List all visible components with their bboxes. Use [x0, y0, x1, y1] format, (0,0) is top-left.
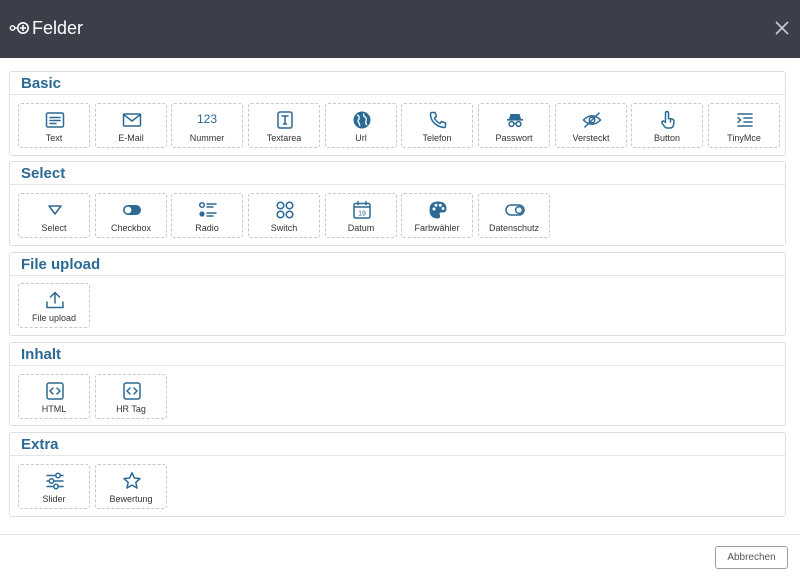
section-title: Basic — [21, 75, 62, 92]
field-label: Url — [355, 133, 367, 143]
field-label: Button — [653, 133, 681, 143]
section-divider — [10, 365, 785, 366]
field-label: Bewertung — [109, 494, 153, 504]
field-label: File upload — [31, 313, 77, 323]
field-farbwaehler[interactable]: Farbwähler — [401, 193, 473, 238]
field-label: Checkbox — [110, 223, 152, 233]
section-divider — [10, 455, 785, 456]
field-label: Text — [45, 133, 63, 143]
field-slider[interactable]: Slider — [18, 464, 90, 509]
section-title: File upload — [21, 256, 101, 273]
section-divider — [10, 94, 785, 95]
cancel-button[interactable]: Abbrechen — [715, 546, 788, 569]
field-label: Textarea — [266, 133, 302, 143]
field-label: TinyMce — [727, 133, 761, 143]
field-label: Passwort — [495, 133, 533, 143]
indent-icon — [737, 113, 753, 127]
field-switch[interactable]: Switch — [248, 193, 320, 238]
field-label: Datum — [347, 223, 375, 233]
globe-icon — [353, 111, 371, 129]
envelope-icon — [122, 113, 142, 127]
calendar-icon: 19 — [353, 200, 371, 219]
field-hr-tag[interactable]: HR Tag — [95, 374, 167, 419]
section-divider — [10, 184, 785, 185]
field-label: Farbwähler — [414, 223, 460, 233]
section-extra: Extra Slider Bewertung — [9, 432, 786, 517]
section-file-upload: File upload File upload — [9, 252, 786, 336]
palette-icon — [429, 201, 447, 219]
section-basic: Basic Text E-Mail 123 Nummer Textarea Ur… — [9, 71, 786, 156]
field-label: Select — [41, 223, 67, 233]
field-label: Versteckt — [572, 133, 610, 143]
phone-icon — [429, 111, 447, 129]
forms-logo-icon — [9, 22, 29, 34]
field-telefon[interactable]: Telefon — [401, 103, 473, 148]
field-datenschutz[interactable]: Datenschutz — [478, 193, 550, 238]
toggle-on-icon — [123, 205, 141, 215]
sliders-icon — [46, 472, 64, 490]
svg-text:19: 19 — [358, 211, 366, 218]
field-label: Switch — [270, 223, 298, 233]
field-datum[interactable]: 19 Datum — [325, 193, 397, 238]
field-label: Datenschutz — [488, 223, 540, 233]
field-label: Nummer — [189, 133, 225, 143]
field-tinymce[interactable]: TinyMce — [708, 103, 780, 148]
field-url[interactable]: Url — [325, 103, 397, 148]
field-checkbox[interactable]: Checkbox — [95, 193, 167, 238]
section-title: Select — [21, 165, 66, 182]
dialog-header: Felder — [0, 0, 800, 58]
field-label: E-Mail — [118, 133, 144, 143]
code-icon — [46, 382, 64, 400]
section-select: Select Select Checkbox Radio Switch 19 D… — [9, 161, 786, 246]
field-radio[interactable]: Radio — [171, 193, 243, 238]
close-icon[interactable] — [773, 19, 791, 37]
field-label: Telefon — [422, 133, 452, 143]
radio-list-icon — [198, 201, 217, 217]
field-select[interactable]: Select — [18, 193, 90, 238]
upload-icon — [46, 291, 64, 309]
footer-divider — [0, 534, 800, 535]
number-123-icon: 123 — [196, 112, 218, 126]
eye-slash-icon — [582, 112, 602, 128]
star-icon — [123, 472, 141, 489]
section-title: Extra — [21, 436, 59, 453]
triangle-down-icon — [48, 205, 62, 215]
dialog-title: Felder — [32, 18, 84, 38]
section-title: Inhalt — [21, 346, 61, 363]
field-button[interactable]: Button — [631, 103, 703, 148]
toggle-off-icon — [505, 204, 525, 216]
text-lines-icon — [45, 112, 65, 128]
incognito-icon — [507, 114, 523, 128]
textarea-icon — [277, 111, 293, 129]
field-html[interactable]: HTML — [18, 374, 90, 419]
field-passwort[interactable]: Passwort — [478, 103, 550, 148]
field-label: Radio — [195, 223, 219, 233]
field-bewertung[interactable]: Bewertung — [95, 464, 167, 509]
field-label: Slider — [42, 494, 66, 504]
field-versteckt[interactable]: Versteckt — [555, 103, 627, 148]
code-icon — [123, 382, 141, 400]
pointer-hand-icon — [661, 110, 675, 129]
section-divider — [10, 275, 785, 276]
field-email[interactable]: E-Mail — [95, 103, 167, 148]
field-textarea[interactable]: Textarea — [248, 103, 320, 148]
field-text[interactable]: Text — [18, 103, 90, 148]
field-file-upload[interactable]: File upload — [18, 283, 90, 328]
section-inhalt: Inhalt HTML HR Tag — [9, 342, 786, 426]
field-label: HTML — [41, 404, 67, 414]
four-circles-icon — [276, 201, 294, 219]
field-label: HR Tag — [116, 404, 146, 414]
field-nummer[interactable]: 123 Nummer — [171, 103, 243, 148]
